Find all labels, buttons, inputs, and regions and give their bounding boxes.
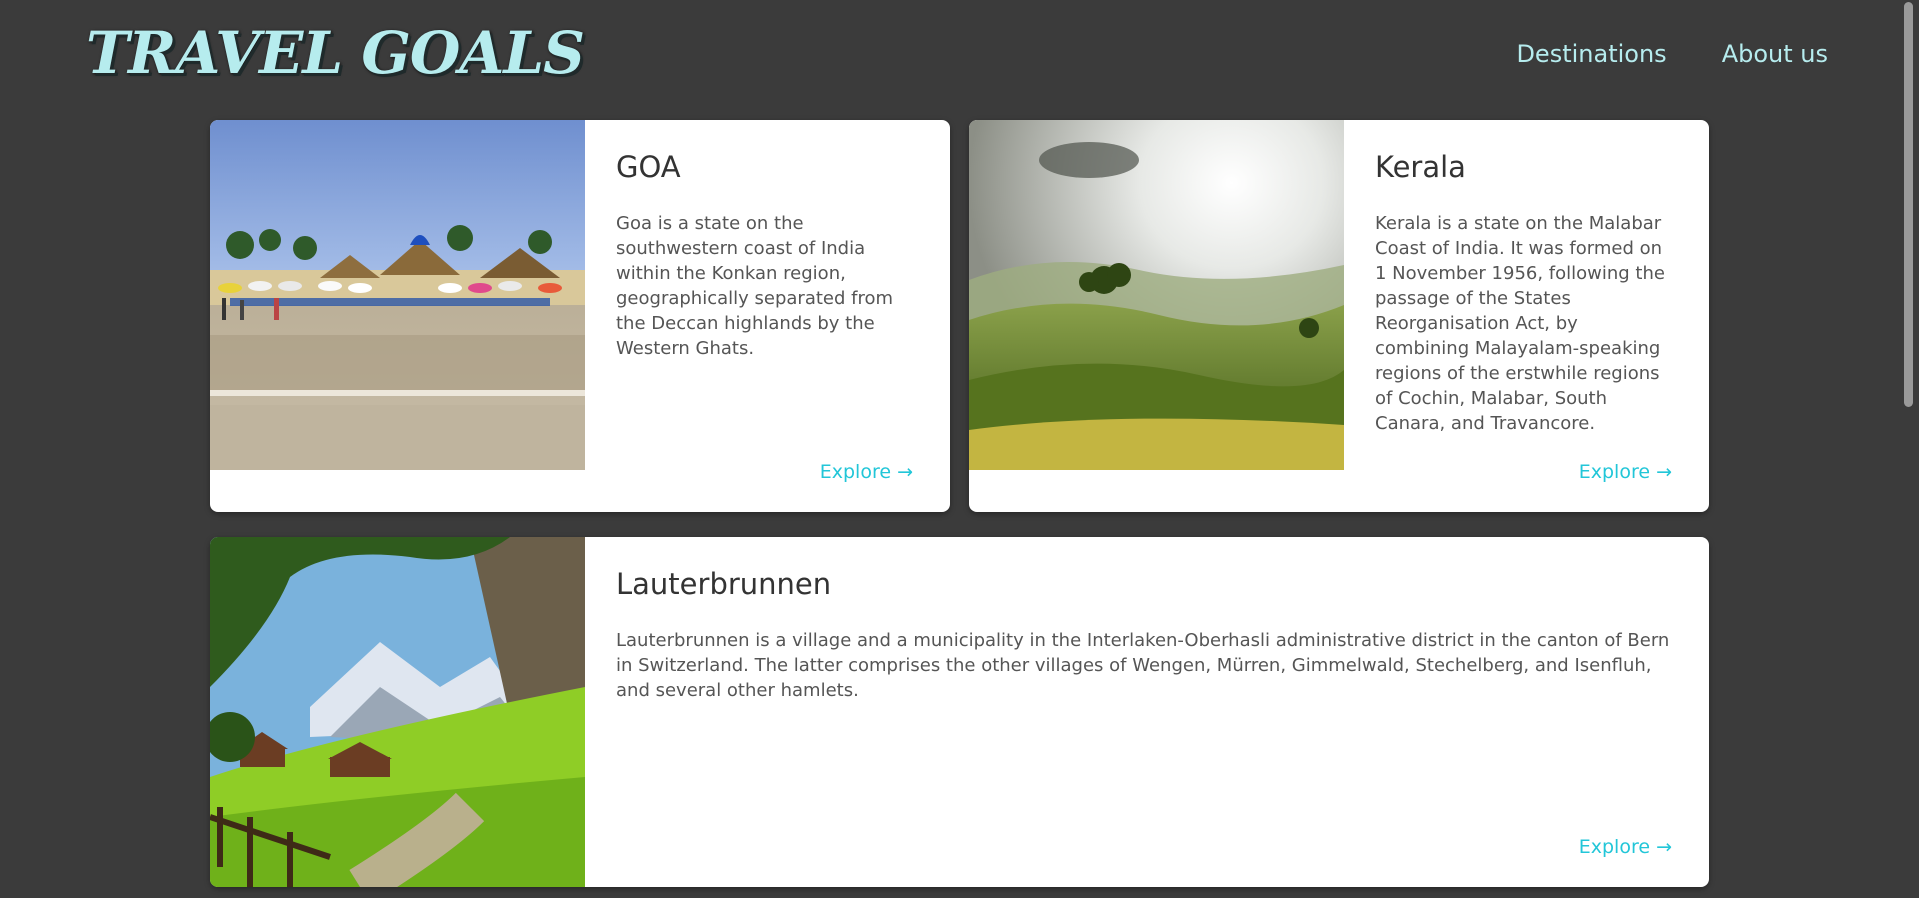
explore-link-goa[interactable]: Explore → (820, 461, 913, 483)
page-scrollbar[interactable] (1898, 0, 1919, 898)
nav-link-about-us[interactable]: About us (1722, 40, 1828, 68)
main-nav: Destinations About us (1516, 40, 1828, 68)
card-body: GOA Goa is a state on the southwestern c… (616, 120, 913, 512)
card-body: Lauterbrunnen Lauterbrunnen is a village… (616, 537, 1672, 887)
card-title: GOA (616, 150, 681, 184)
kerala-hills-image (969, 120, 1344, 470)
nav-link-destinations[interactable]: Destinations (1516, 40, 1666, 68)
card-description: Lauterbrunnen is a village and a municip… (616, 630, 1670, 701)
scrollbar-thumb[interactable] (1904, 2, 1913, 407)
explore-link-lauterbrunnen[interactable]: Explore → (1579, 836, 1672, 858)
destination-card-lauterbrunnen: Lauterbrunnen Lauterbrunnen is a village… (210, 537, 1709, 887)
lauterbrunnen-valley-image (210, 537, 585, 887)
site-header: TRAVEL GOALS Destinations About us (0, 0, 1898, 110)
destination-card-kerala: Kerala Kerala is a state on the Malabar … (969, 120, 1709, 512)
destination-card-goa: GOA Goa is a state on the southwestern c… (210, 120, 950, 512)
card-body: Kerala Kerala is a state on the Malabar … (1375, 120, 1672, 512)
card-description: Kerala is a state on the Malabar Coast o… (1375, 213, 1665, 434)
card-title: Kerala (1375, 150, 1466, 184)
goa-beach-image (210, 120, 585, 470)
site-logo[interactable]: TRAVEL GOALS (86, 18, 585, 88)
card-description: Goa is a state on the southwestern coast… (616, 213, 894, 359)
card-title: Lauterbrunnen (616, 567, 832, 601)
explore-link-kerala[interactable]: Explore → (1579, 461, 1672, 483)
